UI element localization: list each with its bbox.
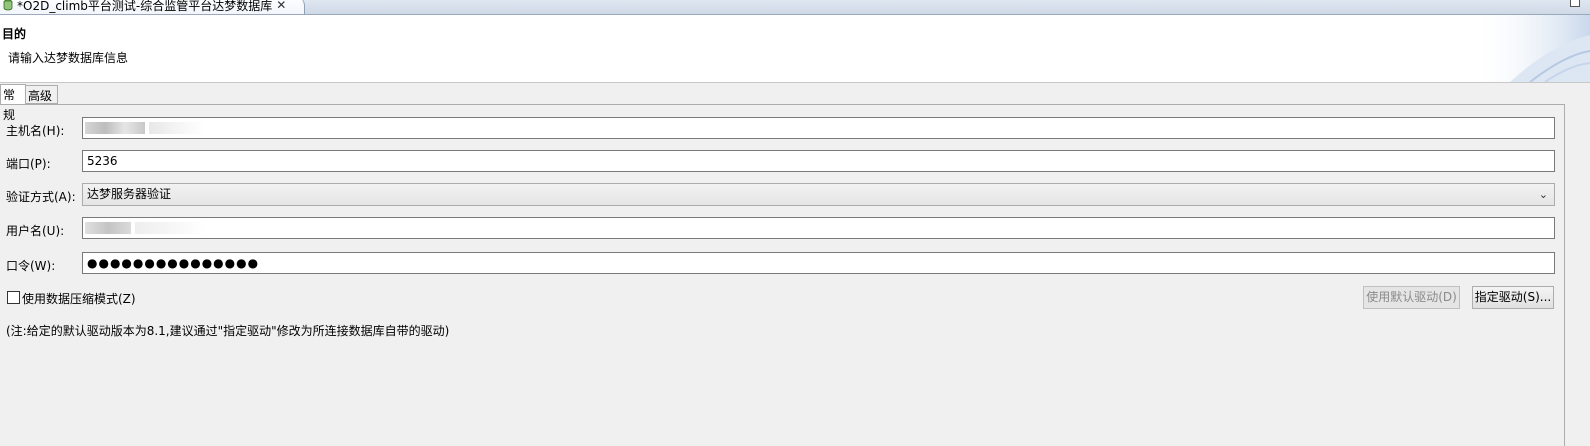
- masked-value: [135, 222, 205, 234]
- masked-value: [85, 122, 145, 134]
- database-icon: [3, 0, 13, 11]
- port-label: 端口(P):: [6, 157, 51, 171]
- maximize-icon[interactable]: [1570, 0, 1580, 7]
- password-label: 口令(W):: [6, 259, 56, 273]
- host-label: 主机名(H):: [6, 124, 65, 138]
- editor-tab[interactable]: *O2D_climb平台测试-综合监管平台达梦数据库 ✕: [0, 0, 305, 14]
- username-label: 用户名(U):: [6, 224, 65, 238]
- chevron-down-icon: ⌄: [1538, 188, 1548, 201]
- specify-driver-button[interactable]: 指定驱动(S)...: [1472, 286, 1554, 309]
- use-default-driver-button[interactable]: 使用默认驱动(D): [1363, 286, 1460, 309]
- masked-value: [149, 122, 204, 134]
- close-icon[interactable]: ✕: [276, 0, 286, 12]
- compress-mode-checkbox[interactable]: [7, 291, 20, 304]
- auth-method-label: 验证方式(A):: [6, 190, 76, 204]
- page-title: 目的: [2, 27, 27, 41]
- editor-tab-title: *O2D_climb平台测试-综合监管平台达梦数据库: [17, 0, 273, 13]
- tab-general[interactable]: 常规: [0, 84, 26, 122]
- wizard-header: 目的 请输入达梦数据库信息: [0, 15, 1590, 83]
- driver-note: (注:给定的默认驱动版本为8.1,建议通过"指定驱动"修改为所连接数据库自带的驱…: [6, 324, 450, 338]
- editor-tab-strip: *O2D_climb平台测试-综合监管平台达梦数据库 ✕: [0, 0, 1590, 15]
- auth-method-select[interactable]: 达梦服务器验证 ⌄: [82, 183, 1555, 206]
- compress-mode-label[interactable]: 使用数据压缩模式(Z): [22, 290, 136, 307]
- username-input[interactable]: [82, 217, 1555, 239]
- password-input[interactable]: ●●●●●●●●●●●●●●●: [82, 252, 1555, 274]
- host-input[interactable]: [82, 117, 1555, 139]
- page-description: 请输入达梦数据库信息: [8, 51, 129, 65]
- auth-method-value: 达梦服务器验证: [87, 187, 172, 201]
- masked-value: [85, 222, 131, 234]
- port-input[interactable]: 5236: [82, 150, 1555, 172]
- tab-advanced[interactable]: 高级: [26, 85, 58, 104]
- banner-decoration: [1470, 15, 1590, 82]
